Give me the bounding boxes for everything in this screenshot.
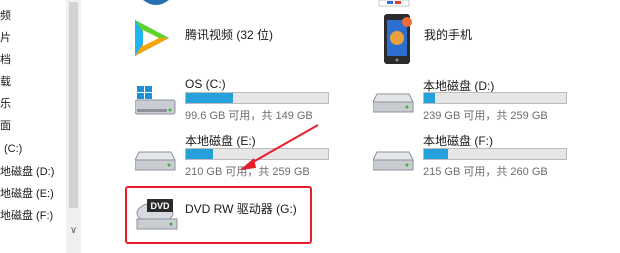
annotation-arrow: [240, 124, 319, 170]
